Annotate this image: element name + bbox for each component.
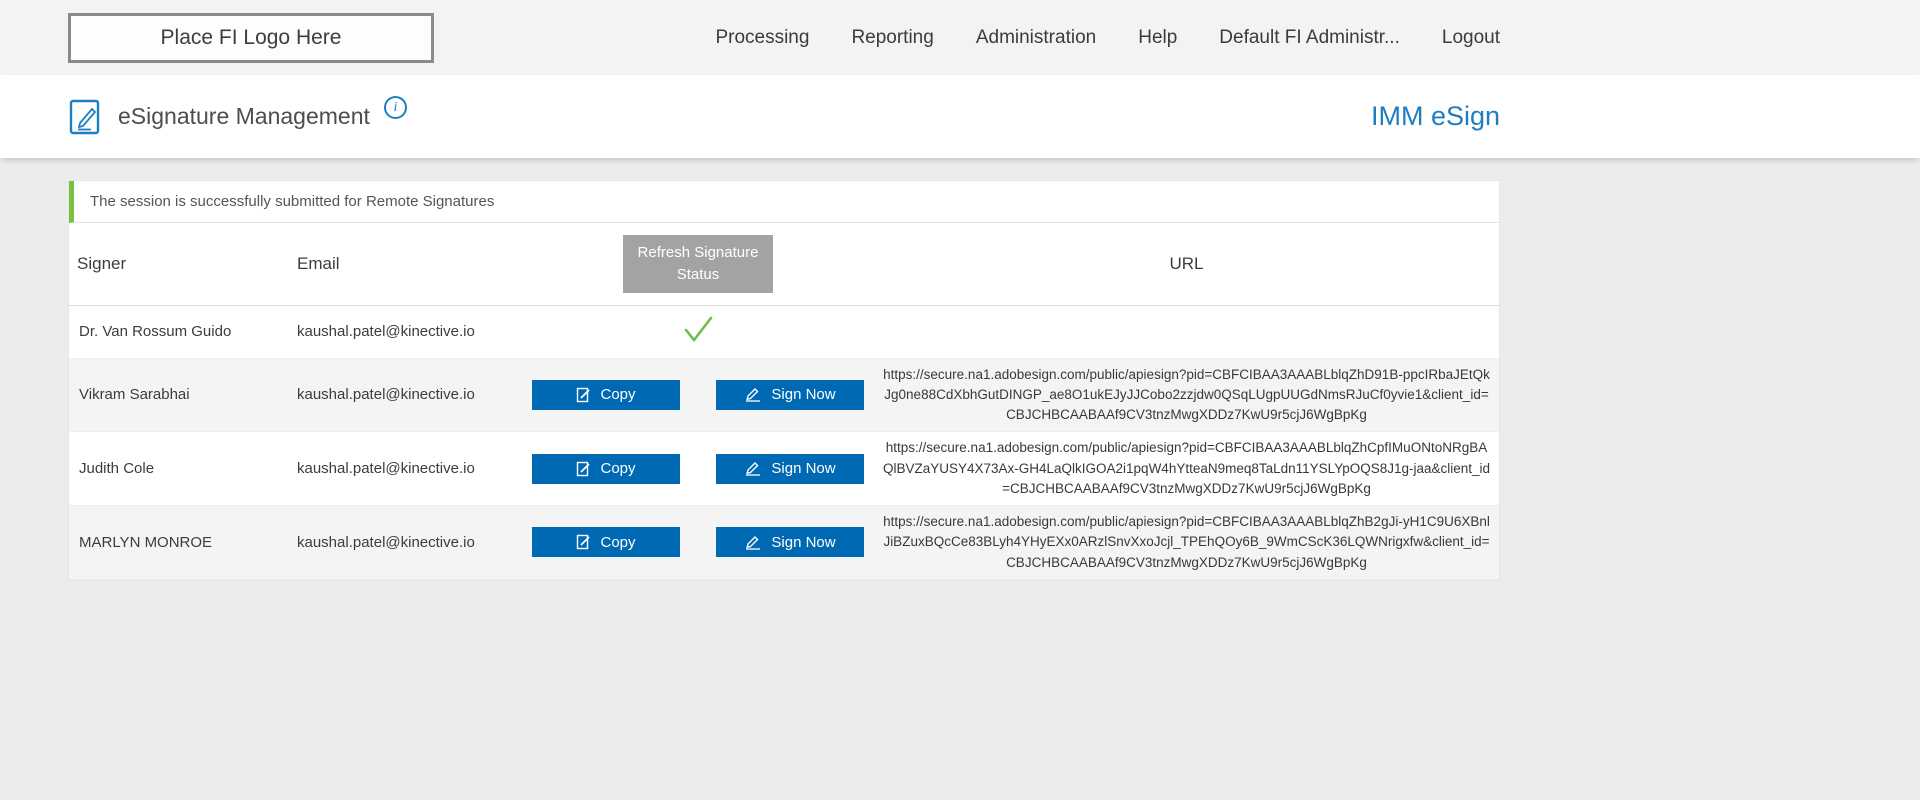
signed-checkmark-icon [681, 315, 715, 349]
info-icon[interactable]: i [384, 96, 407, 119]
signers-table: Signer Email Refresh Signature Status UR… [69, 223, 1499, 580]
signer-url: https://secure.na1.adobesign.com/public/… [874, 506, 1499, 580]
pen-sign-icon [744, 535, 762, 550]
copy-button-label: Copy [600, 534, 635, 551]
signer-url [874, 305, 1499, 358]
nav-help[interactable]: Help [1138, 27, 1177, 49]
table-row: MARLYN MONROE kaushal.patel@kinective.io [69, 506, 1499, 580]
esignature-document-pen-icon [68, 97, 104, 137]
signer-name: MARLYN MONROE [69, 506, 289, 580]
copy-button[interactable]: Copy [532, 527, 680, 557]
signer-name: Judith Cole [69, 432, 289, 506]
nav-administration[interactable]: Administration [976, 27, 1096, 49]
fi-logo-placeholder: Place FI Logo Here [68, 13, 434, 63]
column-header-signer: Signer [69, 223, 289, 305]
signer-name: Vikram Sarabhai [69, 358, 289, 432]
pen-sign-icon [744, 387, 762, 402]
signer-url: https://secure.na1.adobesign.com/public/… [874, 432, 1499, 506]
subheader: eSignature Management i IMM eSign [0, 75, 1920, 158]
nav-logout[interactable]: Logout [1442, 27, 1500, 49]
sign-now-button[interactable]: Sign Now [716, 380, 864, 410]
signer-email: kaushal.patel@kinective.io [289, 305, 522, 358]
pen-sign-icon [744, 461, 762, 476]
fi-logo-text: Place FI Logo Here [161, 26, 342, 50]
copy-button-label: Copy [600, 460, 635, 477]
nav-processing[interactable]: Processing [715, 27, 809, 49]
copy-icon [576, 534, 591, 550]
sign-now-button-label: Sign Now [771, 460, 835, 477]
signer-url: https://secure.na1.adobesign.com/public/… [874, 358, 1499, 432]
copy-icon [576, 387, 591, 403]
top-navigation-bar: Place FI Logo Here Processing Reporting … [0, 0, 1920, 75]
signer-email: kaushal.patel@kinective.io [289, 432, 522, 506]
copy-button-label: Copy [600, 386, 635, 403]
column-header-email: Email [289, 223, 522, 305]
signer-email: kaushal.patel@kinective.io [289, 358, 522, 432]
table-row: Dr. Van Rossum Guido kaushal.patel@kinec… [69, 305, 1499, 358]
top-nav: Processing Reporting Administration Help… [715, 27, 1500, 49]
sign-now-button[interactable]: Sign Now [716, 454, 864, 484]
table-header: Signer Email Refresh Signature Status UR… [69, 223, 1499, 305]
page-title: eSignature Management [118, 103, 370, 130]
success-message: The session is successfully submitted fo… [69, 181, 1499, 223]
copy-button[interactable]: Copy [532, 454, 680, 484]
sign-now-button-label: Sign Now [771, 386, 835, 403]
refresh-signature-status-button[interactable]: Refresh Signature Status [623, 235, 773, 293]
copy-button[interactable]: Copy [532, 380, 680, 410]
signer-name: Dr. Van Rossum Guido [69, 305, 289, 358]
column-header-url: URL [874, 223, 1499, 305]
page: Place FI Logo Here Processing Reporting … [0, 0, 1920, 581]
main-content: The session is successfully submitted fo… [0, 158, 1920, 581]
copy-icon [576, 461, 591, 477]
nav-user-menu[interactable]: Default FI Administr... [1219, 27, 1400, 49]
sign-now-button[interactable]: Sign Now [716, 527, 864, 557]
nav-reporting[interactable]: Reporting [851, 27, 933, 49]
table-row: Judith Cole kaushal.patel@kinective.io [69, 432, 1499, 506]
brand-imm-esign: IMM eSign [1371, 101, 1500, 132]
success-message-text: The session is successfully submitted fo… [90, 193, 494, 210]
sign-now-button-label: Sign Now [771, 534, 835, 551]
signer-email: kaushal.patel@kinective.io [289, 506, 522, 580]
table-row: Vikram Sarabhai kaushal.patel@kinective.… [69, 358, 1499, 432]
session-card: The session is successfully submitted fo… [68, 180, 1500, 581]
